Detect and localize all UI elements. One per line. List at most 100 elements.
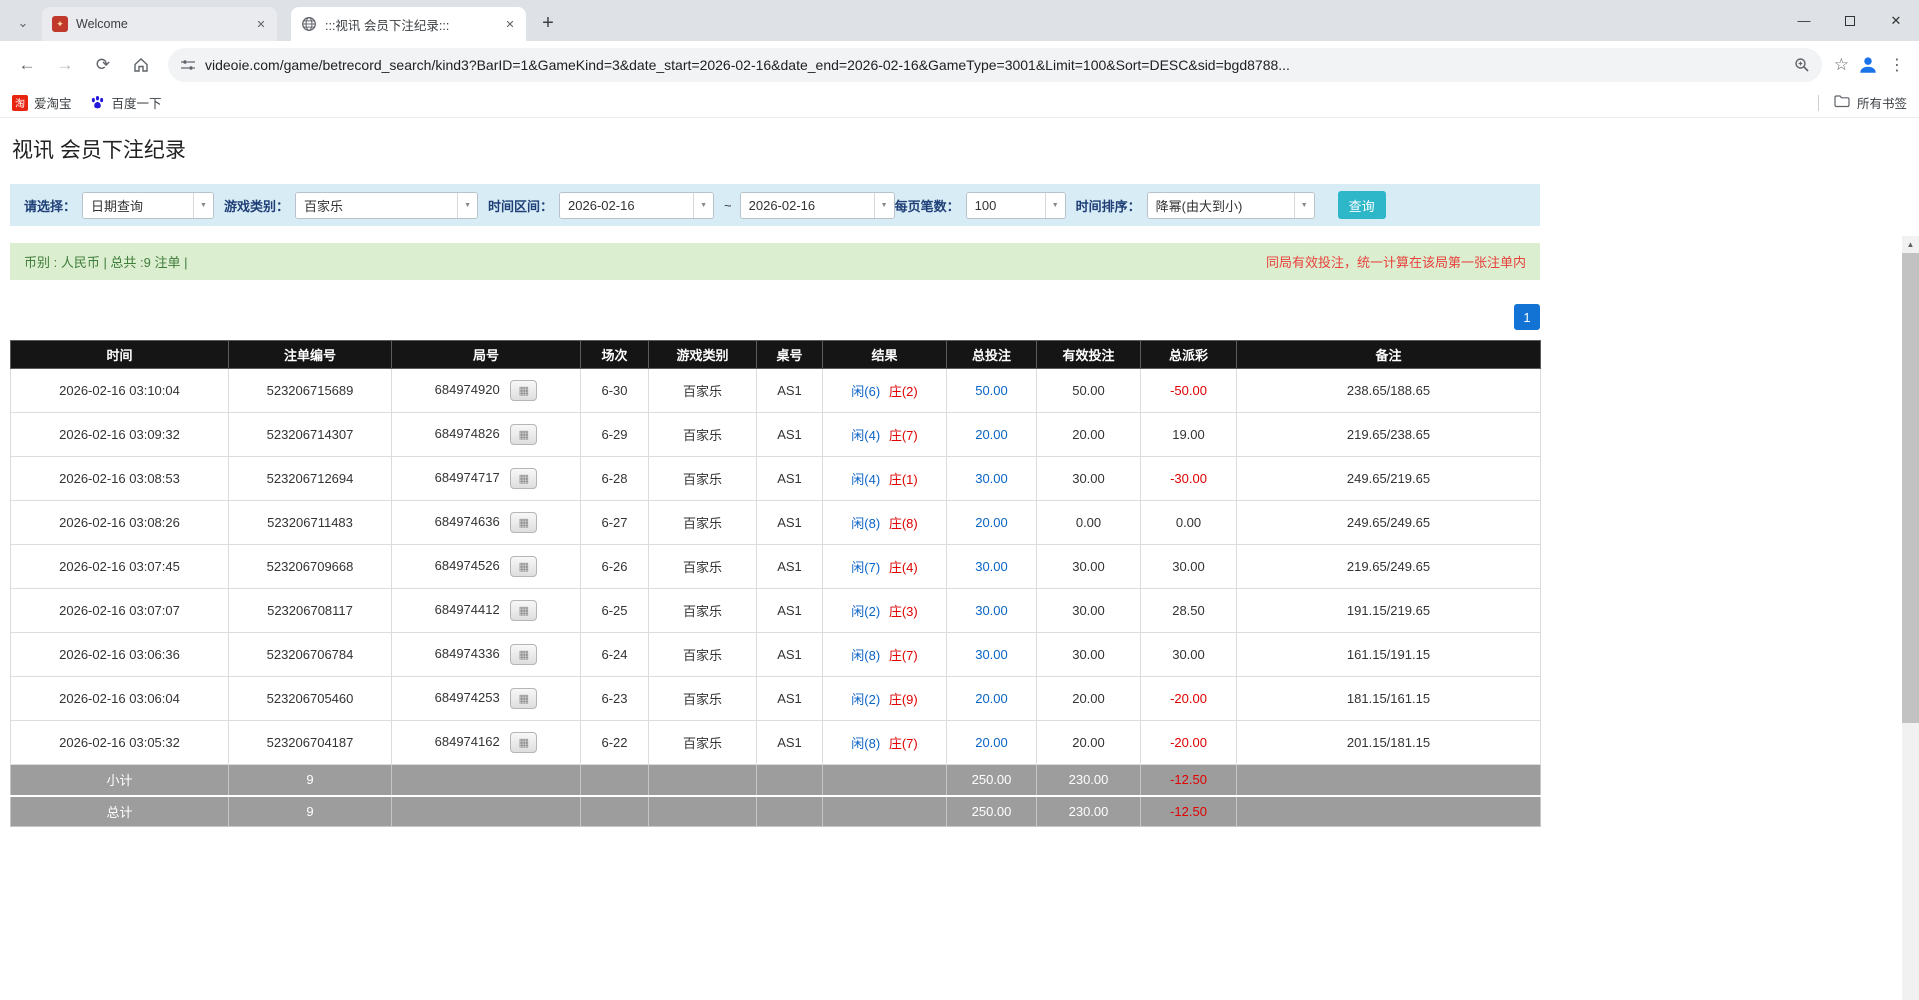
table-row: 2026-02-16 03:10:04 523206715689 6849749… <box>11 369 1541 413</box>
game-type-input[interactable] <box>296 193 457 218</box>
cell-remark: 161.15/191.15 <box>1237 633 1541 677</box>
result-player: 闲(8) <box>851 516 880 531</box>
cell-game: 百家乐 <box>649 501 757 545</box>
result-player: 闲(8) <box>851 736 880 751</box>
cell-valid-bet: 0.00 <box>1037 501 1141 545</box>
cell-session: 6-23 <box>581 677 649 721</box>
forward-button[interactable]: → <box>48 48 82 82</box>
bookmark-label: 百度一下 <box>112 93 162 112</box>
cell-time: 2026-02-16 03:08:53 <box>11 457 229 501</box>
bookmark-label: 爱淘宝 <box>34 93 72 112</box>
new-tab-button[interactable]: + <box>534 9 562 37</box>
round-video-button[interactable]: ▦ <box>510 688 537 709</box>
cell-total-bet: 50.00 <box>947 369 1037 413</box>
cell-game: 百家乐 <box>649 413 757 457</box>
maximize-button[interactable] <box>1827 0 1873 41</box>
table-header-row: 时间 注单编号 局号 场次 游戏类别 桌号 结果 总投注 有效投注 总派彩 备注 <box>11 341 1541 369</box>
site-info-icon[interactable] <box>180 57 196 73</box>
notice-text: 同局有效投注，统一计算在该局第一张注单内 <box>1266 252 1526 271</box>
cell-remark: 219.65/238.65 <box>1237 413 1541 457</box>
round-number: 684974253 <box>435 690 500 705</box>
home-button[interactable] <box>124 48 158 82</box>
subtotal-count: 9 <box>229 765 392 796</box>
col-payout: 总派彩 <box>1141 341 1237 369</box>
per-page-input[interactable] <box>967 193 1045 218</box>
grand-total-valid-bet: 230.00 <box>1037 796 1141 827</box>
result-banker: 庄(7) <box>889 648 918 663</box>
minimize-button[interactable]: — <box>1781 0 1827 41</box>
cell-remark: 249.65/219.65 <box>1237 457 1541 501</box>
chevron-down-icon[interactable]: ▼ <box>874 193 894 218</box>
chevron-down-icon[interactable]: ▼ <box>1294 193 1314 218</box>
vertical-scrollbar[interactable]: ▲ ▼ <box>1902 236 1919 1000</box>
cell-remark: 238.65/188.65 <box>1237 369 1541 413</box>
query-type-input[interactable] <box>83 193 193 218</box>
cell-total-bet: 30.00 <box>947 457 1037 501</box>
reload-button[interactable]: ⟳ <box>86 48 120 82</box>
cell-round: 684974920 ▦ <box>392 369 581 413</box>
bookmark-star-icon[interactable]: ☆ <box>1834 55 1849 75</box>
query-button[interactable]: 查询 <box>1338 191 1386 219</box>
all-bookmarks-label[interactable]: 所有书签 <box>1857 93 1907 112</box>
result-banker: 庄(8) <box>889 516 918 531</box>
round-video-button[interactable]: ▦ <box>510 468 537 489</box>
zoom-icon[interactable] <box>1794 57 1810 73</box>
table-row: 2026-02-16 03:08:53 523206712694 6849747… <box>11 457 1541 501</box>
query-type-combobox: ▼ <box>82 192 214 219</box>
cell-payout: -20.00 <box>1141 677 1237 721</box>
scrollbar-thumb[interactable] <box>1902 253 1919 723</box>
round-number: 684974162 <box>435 734 500 749</box>
cell-session: 6-24 <box>581 633 649 677</box>
chevron-down-icon[interactable]: ▼ <box>1045 193 1065 218</box>
cell-result: 闲(8) 庄(7) <box>823 633 947 677</box>
tab-bet-records[interactable]: :::视讯 会员下注纪录::: ✕ <box>291 7 526 41</box>
subtotal-label: 小计 <box>11 765 229 796</box>
chevron-down-icon[interactable]: ▼ <box>193 193 213 218</box>
round-video-button[interactable]: ▦ <box>510 556 537 577</box>
chevron-down-icon[interactable]: ▼ <box>457 193 477 218</box>
round-video-button[interactable]: ▦ <box>510 644 537 665</box>
bookmark-baidu[interactable]: 百度一下 <box>90 93 162 112</box>
round-video-button[interactable]: ▦ <box>510 512 537 533</box>
close-window-button[interactable]: ✕ <box>1873 0 1919 41</box>
chevron-down-icon[interactable]: ▼ <box>693 193 713 218</box>
tab-close-icon[interactable]: ✕ <box>502 16 518 32</box>
col-result: 结果 <box>823 341 947 369</box>
round-video-button[interactable]: ▦ <box>510 424 537 445</box>
folder-icon <box>1834 94 1850 111</box>
cell-round: 684974526 ▦ <box>392 545 581 589</box>
tab-search-icon[interactable]: ⌄ <box>10 10 36 36</box>
round-video-button[interactable]: ▦ <box>510 732 537 753</box>
round-video-button[interactable]: ▦ <box>510 380 537 401</box>
cell-time: 2026-02-16 03:07:45 <box>11 545 229 589</box>
page-1-button[interactable]: 1 <box>1514 304 1540 330</box>
maximize-icon <box>1845 16 1855 26</box>
cell-result: 闲(8) 庄(7) <box>823 721 947 765</box>
cell-payout: 19.00 <box>1141 413 1237 457</box>
profile-icon[interactable] <box>1857 54 1879 76</box>
cell-game: 百家乐 <box>649 457 757 501</box>
col-bet-id: 注单编号 <box>229 341 392 369</box>
date-start-input[interactable] <box>560 193 693 218</box>
globe-icon <box>301 16 317 32</box>
scroll-up-icon[interactable]: ▲ <box>1902 236 1919 253</box>
date-range-label: 时间区间： <box>488 196 553 215</box>
table-row: 2026-02-16 03:07:07 523206708117 6849744… <box>11 589 1541 633</box>
browser-menu-icon[interactable]: ⋮ <box>1883 55 1911 75</box>
result-player: 闲(4) <box>851 428 880 443</box>
back-button[interactable]: ← <box>10 48 44 82</box>
bookmark-taobao[interactable]: 淘 爱淘宝 <box>12 93 72 112</box>
sort-input[interactable] <box>1148 193 1294 218</box>
tab-welcome[interactable]: ✦ Welcome ✕ <box>42 7 277 41</box>
subtotal-row: 小计 9 250.00 230.00 -12.50 <box>11 765 1541 796</box>
address-bar[interactable]: videoie.com/game/betrecord_search/kind3?… <box>168 48 1822 82</box>
cell-total-bet: 30.00 <box>947 633 1037 677</box>
cell-valid-bet: 20.00 <box>1037 721 1141 765</box>
cell-total-bet: 20.00 <box>947 413 1037 457</box>
col-total-bet: 总投注 <box>947 341 1037 369</box>
round-video-button[interactable]: ▦ <box>510 600 537 621</box>
cell-result: 闲(4) 庄(7) <box>823 413 947 457</box>
url-text[interactable]: videoie.com/game/betrecord_search/kind3?… <box>205 57 1786 73</box>
tab-close-icon[interactable]: ✕ <box>253 16 269 32</box>
date-end-input[interactable] <box>741 193 874 218</box>
